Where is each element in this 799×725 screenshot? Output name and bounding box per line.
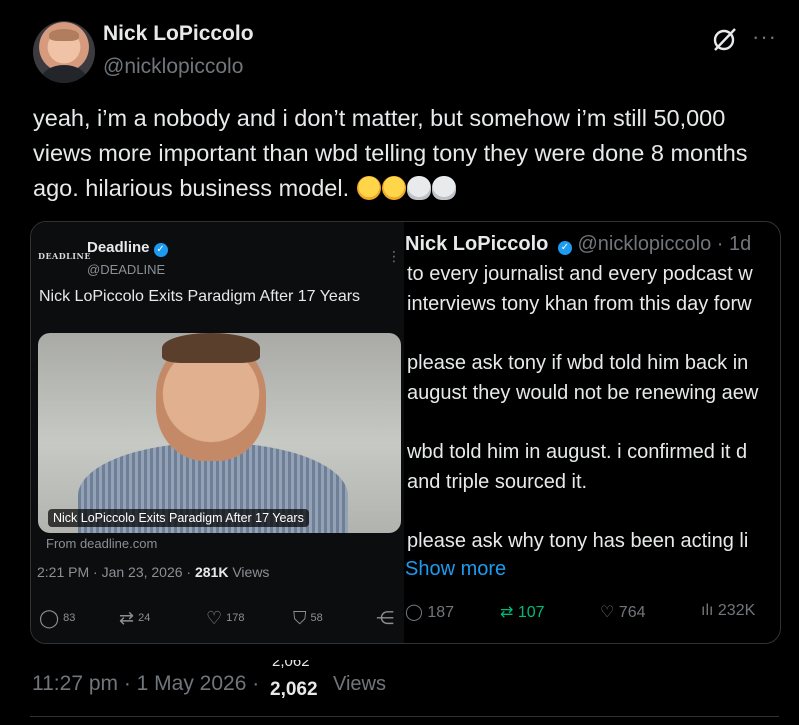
- deadline-logo: DEADLINE: [38, 251, 91, 261]
- quoted-line: august they would not be renewing aew: [407, 382, 759, 404]
- repost-icon: ⇄: [500, 604, 518, 621]
- grok-icon[interactable]: [712, 26, 738, 52]
- views-count-rolling: 2,062: [272, 660, 310, 668]
- views-count: 2,062: [270, 679, 318, 700]
- laughing-emoji: [356, 176, 381, 200]
- laughing-emoji: [381, 176, 406, 200]
- quoted-header: Nick LoPiccolo ✓ @nicklopiccolo · 1d: [405, 233, 752, 255]
- share-icon: ⋲: [376, 608, 394, 628]
- embedded-like: ♡ 178: [206, 608, 245, 628]
- embedded-deadline-post: DEADLINE Deadline ✓ @DEADLINE ⋮ Nick LoPi…: [31, 222, 404, 643]
- quoted-line: interviews tony khan from this day forw: [407, 293, 752, 315]
- embedded-media-card[interactable]: DEADLINE Deadline ✓ @DEADLINE ⋮ Nick LoPi…: [30, 221, 781, 644]
- quoted-views: ılı 232K: [701, 602, 756, 619]
- embedded-author-name: Deadline ✓: [87, 239, 168, 257]
- embedded-timestamp: 2:21 PM · Jan 23, 2026 · 281K Views: [37, 564, 270, 580]
- heart-icon: ♡: [206, 608, 223, 628]
- embedded-reply: ◯ 83: [39, 608, 76, 628]
- embedded-headline: Nick LoPiccolo Exits Paradigm After 17 Y…: [39, 288, 361, 305]
- article-photo: Nick LoPiccolo Exits Paradigm After 17 Y…: [38, 333, 401, 533]
- verified-badge-icon: ✓: [557, 241, 572, 255]
- verified-badge-icon: ✓: [153, 243, 168, 257]
- embedded-author-handle: @DEADLINE: [87, 262, 166, 277]
- kebab-menu-icon: ⋮: [387, 248, 401, 264]
- quoted-line: and triple sourced it.: [407, 471, 588, 493]
- heart-icon: ♡: [600, 604, 619, 621]
- embedded-views-count: 281K: [194, 564, 229, 580]
- quoted-likes: ♡ 764: [600, 604, 646, 621]
- reply-icon: ◯: [405, 604, 428, 621]
- quoted-replies: ◯ 187: [405, 604, 455, 621]
- embedded-repost: ⇄ 24: [119, 608, 151, 628]
- bookmark-icon: ⛉: [293, 608, 307, 628]
- author-name[interactable]: Nick LoPiccolo: [103, 22, 254, 46]
- embedded-quoted-post: Nick LoPiccolo ✓ @nicklopiccolo · 1d to …: [405, 222, 780, 643]
- skull-emoji: [431, 176, 456, 200]
- views-label: Views: [333, 673, 386, 695]
- source-link: From deadline.com: [46, 536, 158, 551]
- show-more-link: Show more: [405, 558, 507, 580]
- quoted-reposts: ⇄ 107: [500, 604, 545, 621]
- quoted-line: wbd told him in august. i confirmed it d: [407, 441, 748, 463]
- quoted-line: to every journalist and every podcast w: [407, 263, 753, 285]
- skull-emoji: [406, 176, 431, 200]
- reply-icon: ◯: [39, 608, 60, 628]
- post-timestamp[interactable]: 11:27 pm · 1 May 2026 ·: [32, 672, 259, 696]
- photo-caption: Nick LoPiccolo Exits Paradigm After 17 Y…: [48, 509, 309, 527]
- embedded-bookmark: ⛉ 58: [293, 608, 323, 628]
- quoted-line: please ask tony if wbd told him back in: [407, 352, 749, 374]
- author-handle[interactable]: @nicklopiccolo: [103, 55, 243, 79]
- analytics-icon: ılı: [701, 602, 718, 619]
- divider: [30, 716, 779, 717]
- more-options-icon[interactable]: ···: [752, 24, 777, 50]
- embedded-action-bar: ◯ 83 ⇄ 24 ♡ 178 ⛉ 58 ⋲: [31, 608, 404, 632]
- quoted-line: please ask why tony has been acting li: [407, 530, 749, 552]
- repost-icon: ⇄: [119, 608, 135, 628]
- avatar[interactable]: [33, 21, 95, 83]
- tweet-text: yeah, i’m a nobody and i don’t matter, b…: [33, 101, 773, 206]
